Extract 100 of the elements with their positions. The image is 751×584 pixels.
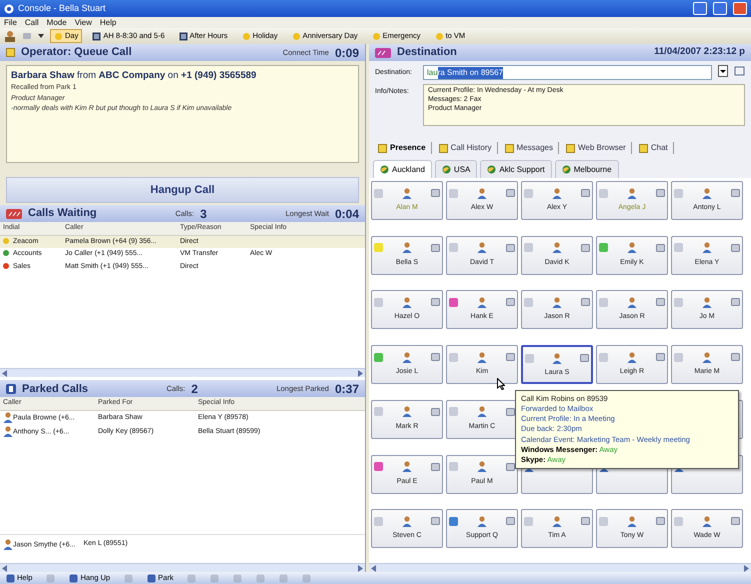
panel-title: Destination <box>397 45 457 60</box>
caller-details: Barbara Shaw from ABC Company on +1 (949) 3565589 <box>11 69 258 83</box>
scroll-left-icon <box>2 370 7 377</box>
maximize-button[interactable] <box>713 2 727 15</box>
group-tab[interactable]: USA <box>434 160 478 178</box>
scroll-left-icon <box>2 564 7 572</box>
sun-icon <box>54 32 63 40</box>
note-icon <box>504 144 514 152</box>
person-icon <box>702 188 712 198</box>
person-icon <box>552 516 562 527</box>
person-icon <box>3 412 13 423</box>
scroll-right-icon <box>744 564 749 572</box>
panel-title: Parked Calls <box>22 382 88 397</box>
sun-icon <box>434 32 444 40</box>
queue-icon <box>6 208 22 218</box>
person-icon <box>627 242 637 254</box>
scroll-right-icon <box>358 370 363 377</box>
tab[interactable]: Messages <box>500 142 559 154</box>
note-icon <box>438 144 448 152</box>
dropdown-icon <box>38 33 44 39</box>
group-tab[interactable]: Melbourne <box>554 160 619 178</box>
tab[interactable]: Chat <box>634 142 674 154</box>
person-icon <box>477 352 487 363</box>
scroll-left-icon <box>371 564 376 572</box>
person-icon <box>402 461 412 472</box>
globe-icon <box>380 165 389 174</box>
person-icon <box>702 516 712 527</box>
count-value: 2 <box>191 380 198 398</box>
tab[interactable]: Presence <box>373 142 432 154</box>
menu-item[interactable]: Call <box>24 16 39 28</box>
person-icon <box>552 188 562 198</box>
date-time: 11/04/2007 2:23:12 p <box>654 45 745 60</box>
menu-item[interactable]: Help <box>100 16 116 28</box>
scroll-right-icon <box>358 564 363 572</box>
note-icon <box>566 144 575 152</box>
app-icon <box>4 4 14 14</box>
globe-icon <box>487 165 496 174</box>
person-icon <box>552 296 562 308</box>
tab[interactable]: Call History <box>434 142 498 154</box>
person-icon <box>477 406 487 418</box>
person-icon <box>3 426 13 437</box>
action-icon <box>187 574 196 582</box>
sun-icon <box>292 32 301 40</box>
action-icon <box>210 574 220 582</box>
calendar-icon <box>178 32 188 40</box>
tab[interactable]: Web Browser <box>560 142 632 154</box>
timer-value: 0:09 <box>334 44 359 62</box>
calendar-icon <box>92 32 102 40</box>
horizontal-scrollbar[interactable] <box>0 563 365 572</box>
person-icon <box>477 461 487 472</box>
destination-icon <box>375 48 391 58</box>
note-icon <box>6 48 15 57</box>
person-icon <box>552 352 562 364</box>
action-icon <box>233 574 242 582</box>
sun-icon <box>242 32 251 40</box>
mouse-cursor-icon <box>497 378 505 390</box>
panel-title: Calls Waiting <box>28 206 97 222</box>
minimize-button[interactable] <box>693 2 707 15</box>
group-tab[interactable]: Auckland <box>373 160 432 178</box>
globe-icon <box>562 165 571 174</box>
note-icon <box>378 144 387 152</box>
person-icon <box>627 516 637 527</box>
menu-item[interactable]: View <box>74 16 92 28</box>
person-icon <box>402 296 412 308</box>
action-icon <box>256 574 266 582</box>
close-button[interactable] <box>733 2 747 15</box>
menu-item[interactable]: Mode <box>46 16 67 28</box>
destination-field[interactable]: laura Smith on 89567 <box>423 65 712 80</box>
person-icon <box>627 352 637 363</box>
person-icon <box>627 188 637 198</box>
person-icon <box>477 296 487 308</box>
action-icon <box>69 574 78 582</box>
action-icon <box>302 574 312 582</box>
person-icon <box>402 188 412 198</box>
person-icon <box>477 188 487 198</box>
park-icon <box>6 384 16 394</box>
person-icon <box>402 242 412 254</box>
person-icon <box>627 296 637 308</box>
person-icon <box>702 242 712 254</box>
longest-value: 0:04 <box>334 206 360 222</box>
globe-icon <box>442 165 451 174</box>
person-icon <box>477 516 487 527</box>
person-icon <box>552 242 562 254</box>
hangup-button[interactable]: Hangup Call <box>6 177 359 203</box>
longest-value: 0:37 <box>334 380 360 398</box>
horizontal-scrollbar[interactable] <box>369 563 751 572</box>
group-tab[interactable]: Aklc Support <box>480 160 552 178</box>
person-icon <box>477 242 487 254</box>
action-icon <box>6 574 15 582</box>
action-icon <box>279 574 288 582</box>
count-value: 3 <box>200 206 207 222</box>
window-title: Console - Bella Stuart <box>18 2 106 15</box>
person-icon <box>402 352 412 363</box>
note-icon <box>638 144 648 152</box>
action-icon <box>46 574 56 582</box>
person-icon <box>702 352 712 363</box>
horizontal-scrollbar[interactable] <box>0 368 365 378</box>
person-icon <box>3 539 13 550</box>
person-icon <box>402 516 412 527</box>
menu-item[interactable]: File <box>4 16 17 28</box>
